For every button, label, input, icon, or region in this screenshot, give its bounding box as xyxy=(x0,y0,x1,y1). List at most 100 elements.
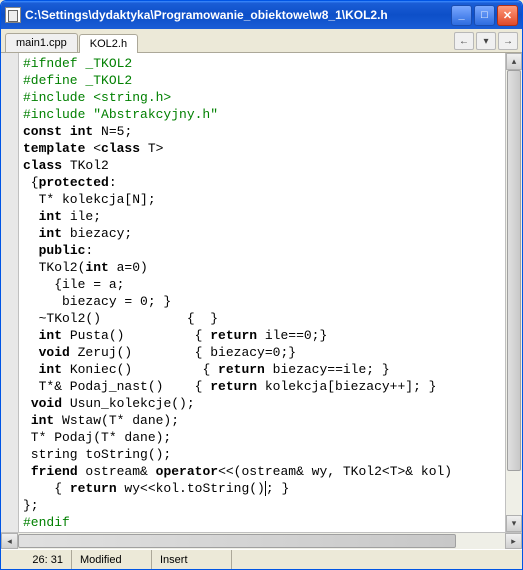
scroll-down-button[interactable]: ▾ xyxy=(506,515,522,532)
code-token: const xyxy=(23,124,62,139)
code-token: biezacy==ile; } xyxy=(265,362,390,377)
code-line: #endif xyxy=(23,515,70,530)
minimize-button[interactable]: _ xyxy=(451,5,472,26)
status-insert-mode: Insert xyxy=(151,550,231,569)
scroll-track[interactable] xyxy=(18,533,505,549)
tab-kol2-h[interactable]: KOL2.h xyxy=(79,34,138,53)
code-line: #include "Abstrakcyjny.h" xyxy=(23,107,218,122)
code-line: string toString(); xyxy=(23,447,171,462)
code-token: class xyxy=(23,158,62,173)
code-token: ostream& xyxy=(78,464,156,479)
code-line: T* Podaj(T* dane); xyxy=(23,430,171,445)
code-token xyxy=(23,328,39,343)
nav-dropdown-button[interactable]: ▾ xyxy=(476,32,496,50)
titlebar[interactable]: C:\Settings\dydaktyka\Programowanie_obie… xyxy=(1,1,522,29)
scroll-track[interactable] xyxy=(506,70,522,515)
nav-back-button[interactable]: ← xyxy=(454,32,474,50)
app-icon xyxy=(5,7,21,23)
scroll-right-button[interactable]: ▸ xyxy=(505,533,522,549)
code-token xyxy=(23,226,39,241)
code-token: int xyxy=(39,209,62,224)
code-token xyxy=(23,464,31,479)
code-token: Pusta() { xyxy=(62,328,210,343)
tab-nav: ← ▾ → xyxy=(454,32,518,52)
code-token xyxy=(23,345,39,360)
code-token: TKol2 xyxy=(62,158,109,173)
code-token: public xyxy=(39,243,86,258)
maximize-button[interactable]: □ xyxy=(474,5,495,26)
code-token: <<(ostream& wy, TKol2<T>& kol) xyxy=(218,464,452,479)
vertical-scrollbar[interactable]: ▴ ▾ xyxy=(505,53,522,532)
window-title: C:\Settings\dydaktyka\Programowanie_obie… xyxy=(25,8,451,22)
code-token: return xyxy=(218,362,265,377)
code-token: ; } xyxy=(266,481,289,496)
code-line: #include <string.h> xyxy=(23,90,171,105)
code-token: : xyxy=(85,243,93,258)
code-token: template xyxy=(23,141,85,156)
code-token xyxy=(23,396,31,411)
code-token: wy<<kol.toString() xyxy=(117,481,265,496)
scroll-up-button[interactable]: ▴ xyxy=(506,53,522,70)
code-token: Usun_kolekcje(); xyxy=(62,396,195,411)
scroll-thumb[interactable] xyxy=(18,534,456,548)
code-token: void xyxy=(39,345,70,360)
code-token: : xyxy=(109,175,117,190)
code-line: ~TKol2() { } xyxy=(23,311,218,326)
code-token: int xyxy=(39,328,62,343)
code-token: kolekcja[biezacy++]; } xyxy=(257,379,436,394)
code-token: { xyxy=(23,481,70,496)
code-token xyxy=(23,362,39,377)
code-token: N=5; xyxy=(93,124,132,139)
scroll-thumb[interactable] xyxy=(507,70,521,471)
code-token: { xyxy=(23,175,39,190)
code-token: T*& Podaj_nast() { xyxy=(23,379,210,394)
code-token xyxy=(23,413,31,428)
code-line: }; xyxy=(23,498,39,513)
code-token: a=0) xyxy=(109,260,148,275)
code-token: friend xyxy=(31,464,78,479)
code-token: int xyxy=(39,226,62,241)
code-line: {ile = a; xyxy=(23,277,124,292)
code-token: int xyxy=(39,362,62,377)
horizontal-scrollbar[interactable]: ◂ ▸ xyxy=(1,532,522,549)
code-line: #ifndef _TKOL2 xyxy=(23,56,132,71)
code-token: Zeruj() { biezacy=0;} xyxy=(70,345,296,360)
status-spacer xyxy=(231,550,522,569)
code-token: return xyxy=(210,328,257,343)
code-token: operator xyxy=(156,464,218,479)
code-token: < xyxy=(85,141,101,156)
code-line: T* kolekcja[N]; xyxy=(23,192,156,207)
nav-forward-button[interactable]: → xyxy=(498,32,518,50)
code-token: int xyxy=(70,124,93,139)
code-token: ile==0;} xyxy=(257,328,327,343)
close-button[interactable]: ✕ xyxy=(497,5,518,26)
code-token: int xyxy=(31,413,54,428)
code-token: ile; xyxy=(62,209,101,224)
code-token: TKol2( xyxy=(23,260,85,275)
code-token xyxy=(23,209,39,224)
gutter xyxy=(1,53,19,532)
code-area[interactable]: #ifndef _TKOL2 #define _TKOL2 #include <… xyxy=(19,53,505,532)
scroll-left-button[interactable]: ◂ xyxy=(1,533,18,549)
code-token: Wstaw(T* dane); xyxy=(54,413,179,428)
code-token: return xyxy=(70,481,117,496)
code-token: Koniec() { xyxy=(62,362,218,377)
code-line: biezacy = 0; } xyxy=(23,294,171,309)
code-token: class xyxy=(101,141,140,156)
code-line: #define _TKOL2 xyxy=(23,73,132,88)
code-token: int xyxy=(85,260,108,275)
status-position: 26: 31 xyxy=(1,550,71,569)
app-window: C:\Settings\dydaktyka\Programowanie_obie… xyxy=(0,0,523,570)
tab-bar: main1.cpp KOL2.h ← ▾ → xyxy=(1,29,522,53)
status-bar: 26: 31 Modified Insert xyxy=(1,549,522,569)
code-token xyxy=(62,124,70,139)
code-token: biezacy; xyxy=(62,226,132,241)
editor: #ifndef _TKOL2 #define _TKOL2 #include <… xyxy=(1,53,522,532)
code-token: return xyxy=(210,379,257,394)
window-buttons: _ □ ✕ xyxy=(451,5,518,26)
status-modified: Modified xyxy=(71,550,151,569)
code-token: T> xyxy=(140,141,163,156)
code-token: void xyxy=(31,396,62,411)
tab-main1-cpp[interactable]: main1.cpp xyxy=(5,33,78,52)
code-token xyxy=(23,243,39,258)
